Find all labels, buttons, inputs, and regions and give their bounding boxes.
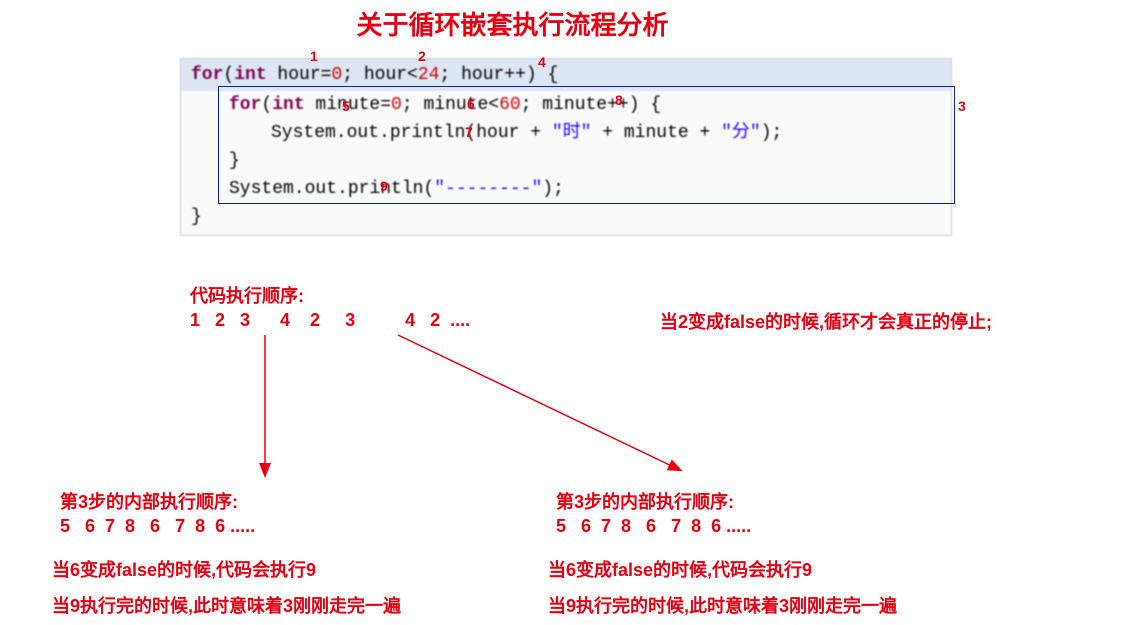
text: ; hour++) [439, 65, 547, 85]
keyword-int: int [234, 65, 266, 85]
code-line-3: System.out.println(hour + "时" + minute +… [181, 119, 951, 147]
annot-2: 2 [418, 48, 426, 64]
text: hour= [267, 65, 332, 85]
annot-9: 9 [380, 178, 388, 194]
left-sub-note1: 当6变成false的时候,代码会执行9 [52, 556, 316, 582]
text: System.out.println(hour + [271, 123, 552, 143]
annot-7: 7 [465, 124, 473, 140]
annot-5: 5 [342, 98, 350, 114]
keyword-for: for [229, 95, 261, 115]
right-sub-title: 第3步的内部执行顺序: [556, 488, 734, 514]
keyword-for: for [191, 65, 223, 85]
annot-4: 4 [538, 54, 546, 70]
left-sub-title: 第3步的内部执行顺序: [60, 488, 238, 514]
string: "--------" [434, 179, 542, 199]
string: "分" [721, 123, 761, 143]
text: ); [542, 179, 564, 199]
text: ); [761, 123, 783, 143]
text: ; hour< [342, 65, 418, 85]
string: "时" [552, 123, 592, 143]
annot-8: 8 [615, 92, 623, 108]
code-line-1: for(int hour=0; hour<24; hour++) { [181, 59, 951, 91]
right-sub-nums: 5 6 7 8 6 7 8 6 ..... [556, 516, 751, 537]
text: ; minute++) [521, 95, 651, 115]
page-title: 关于循环嵌套执行流程分析 [0, 5, 1025, 42]
text: ( [261, 95, 272, 115]
code-block: for(int hour=0; hour<24; hour++) { for(i… [180, 58, 952, 236]
text: + minute + [591, 123, 721, 143]
sequence-title: 代码执行顺序: [190, 282, 304, 308]
annot-3: 3 [958, 98, 966, 114]
brace: } [191, 207, 202, 227]
right-sub-note2: 当9执行完的时候,此时意味着3刚刚走完一遍 [548, 592, 897, 618]
code-line-6: } [181, 203, 951, 235]
keyword-int: int [272, 95, 304, 115]
brace: { [548, 65, 559, 85]
right-sub-note1: 当6变成false的时候,代码会执行9 [548, 556, 812, 582]
text: ( [223, 65, 234, 85]
brace: { [650, 95, 661, 115]
code-line-5: System.out.println("--------"); [181, 175, 951, 203]
number: 0 [331, 65, 342, 85]
left-sub-note2: 当9执行完的时候,此时意味着3刚刚走完一遍 [52, 592, 401, 618]
code-line-4: } [181, 147, 951, 175]
number: 60 [499, 95, 521, 115]
sequence-numbers: 1 2 3 4 2 3 4 2 .... [190, 310, 470, 331]
annot-1: 1 [310, 48, 318, 64]
number: 24 [418, 65, 440, 85]
number: 0 [391, 95, 402, 115]
text: ; minute< [402, 95, 499, 115]
sequence-note: 当2变成false的时候,循环才会真正的停止; [660, 308, 992, 334]
annot-6: 6 [467, 96, 475, 112]
brace: } [229, 151, 240, 171]
left-sub-nums: 5 6 7 8 6 7 8 6 ..... [60, 516, 255, 537]
code-line-2: for(int minute=0; minute<60; minute++) { [181, 91, 951, 119]
text: System.out.println( [229, 179, 434, 199]
